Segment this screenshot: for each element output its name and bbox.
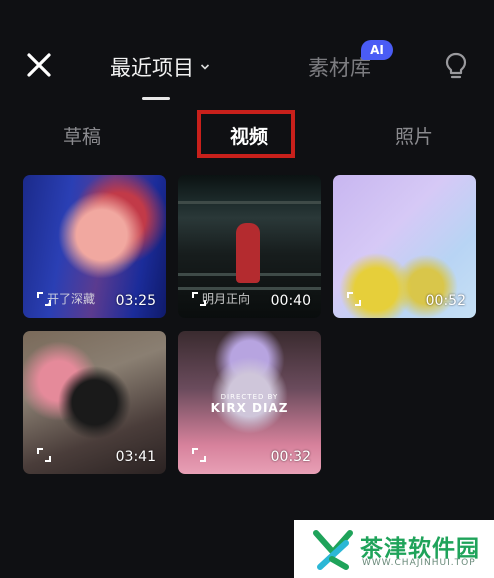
thumbnail-overlay-text: DIRECTED BY xyxy=(220,393,279,401)
subtitle-caption: 明月正向 xyxy=(202,292,251,306)
select-corner-icon xyxy=(191,447,207,463)
video-thumbnail[interactable]: 明月正向 00:40 xyxy=(178,175,321,318)
subtitle-caption: 开了深藏 xyxy=(47,292,96,306)
video-thumbnail[interactable]: 00:52 xyxy=(333,175,476,318)
thumbnail-overlay-title: KIRX DIAZ xyxy=(210,401,289,415)
video-duration: 00:32 xyxy=(270,449,311,465)
video-thumbnail[interactable]: 开了深藏 03:25 xyxy=(23,175,166,318)
site-watermark: 茶津软件园 WWW.CHAJINHUI.TOP xyxy=(294,520,494,578)
top-bar: 最近项目 素材库 AI xyxy=(0,0,494,110)
select-corner-icon xyxy=(346,291,362,307)
thumbnail-figure xyxy=(236,223,260,283)
close-icon xyxy=(27,53,51,77)
video-duration: 00:52 xyxy=(425,293,466,309)
video-duration: 03:25 xyxy=(115,293,156,309)
tab-recent-projects[interactable]: 最近项目 xyxy=(110,52,210,82)
video-duration: 03:41 xyxy=(115,449,156,465)
thumbnail-decoration xyxy=(178,201,321,204)
highlight-annotation-box xyxy=(197,110,295,158)
ai-badge: AI xyxy=(361,40,393,60)
select-corner-icon xyxy=(36,447,52,463)
lightbulb-icon xyxy=(445,52,467,79)
tips-button[interactable] xyxy=(443,51,469,81)
video-duration: 00:40 xyxy=(270,293,311,309)
video-thumbnail[interactable]: 03:41 xyxy=(23,331,166,474)
watermark-logo-icon xyxy=(312,529,354,571)
tab-recent-label: 最近项目 xyxy=(110,56,194,80)
video-thumbnail[interactable]: DIRECTED BY KIRX DIAZ 00:32 xyxy=(178,331,321,474)
chevron-down-icon xyxy=(200,62,210,72)
subtab-photos[interactable]: 照片 xyxy=(395,122,433,149)
close-button[interactable] xyxy=(24,50,54,80)
watermark-url: WWW.CHAJINHUI.TOP xyxy=(362,558,476,568)
active-tab-indicator xyxy=(142,97,170,100)
subtab-drafts[interactable]: 草稿 xyxy=(63,122,101,149)
